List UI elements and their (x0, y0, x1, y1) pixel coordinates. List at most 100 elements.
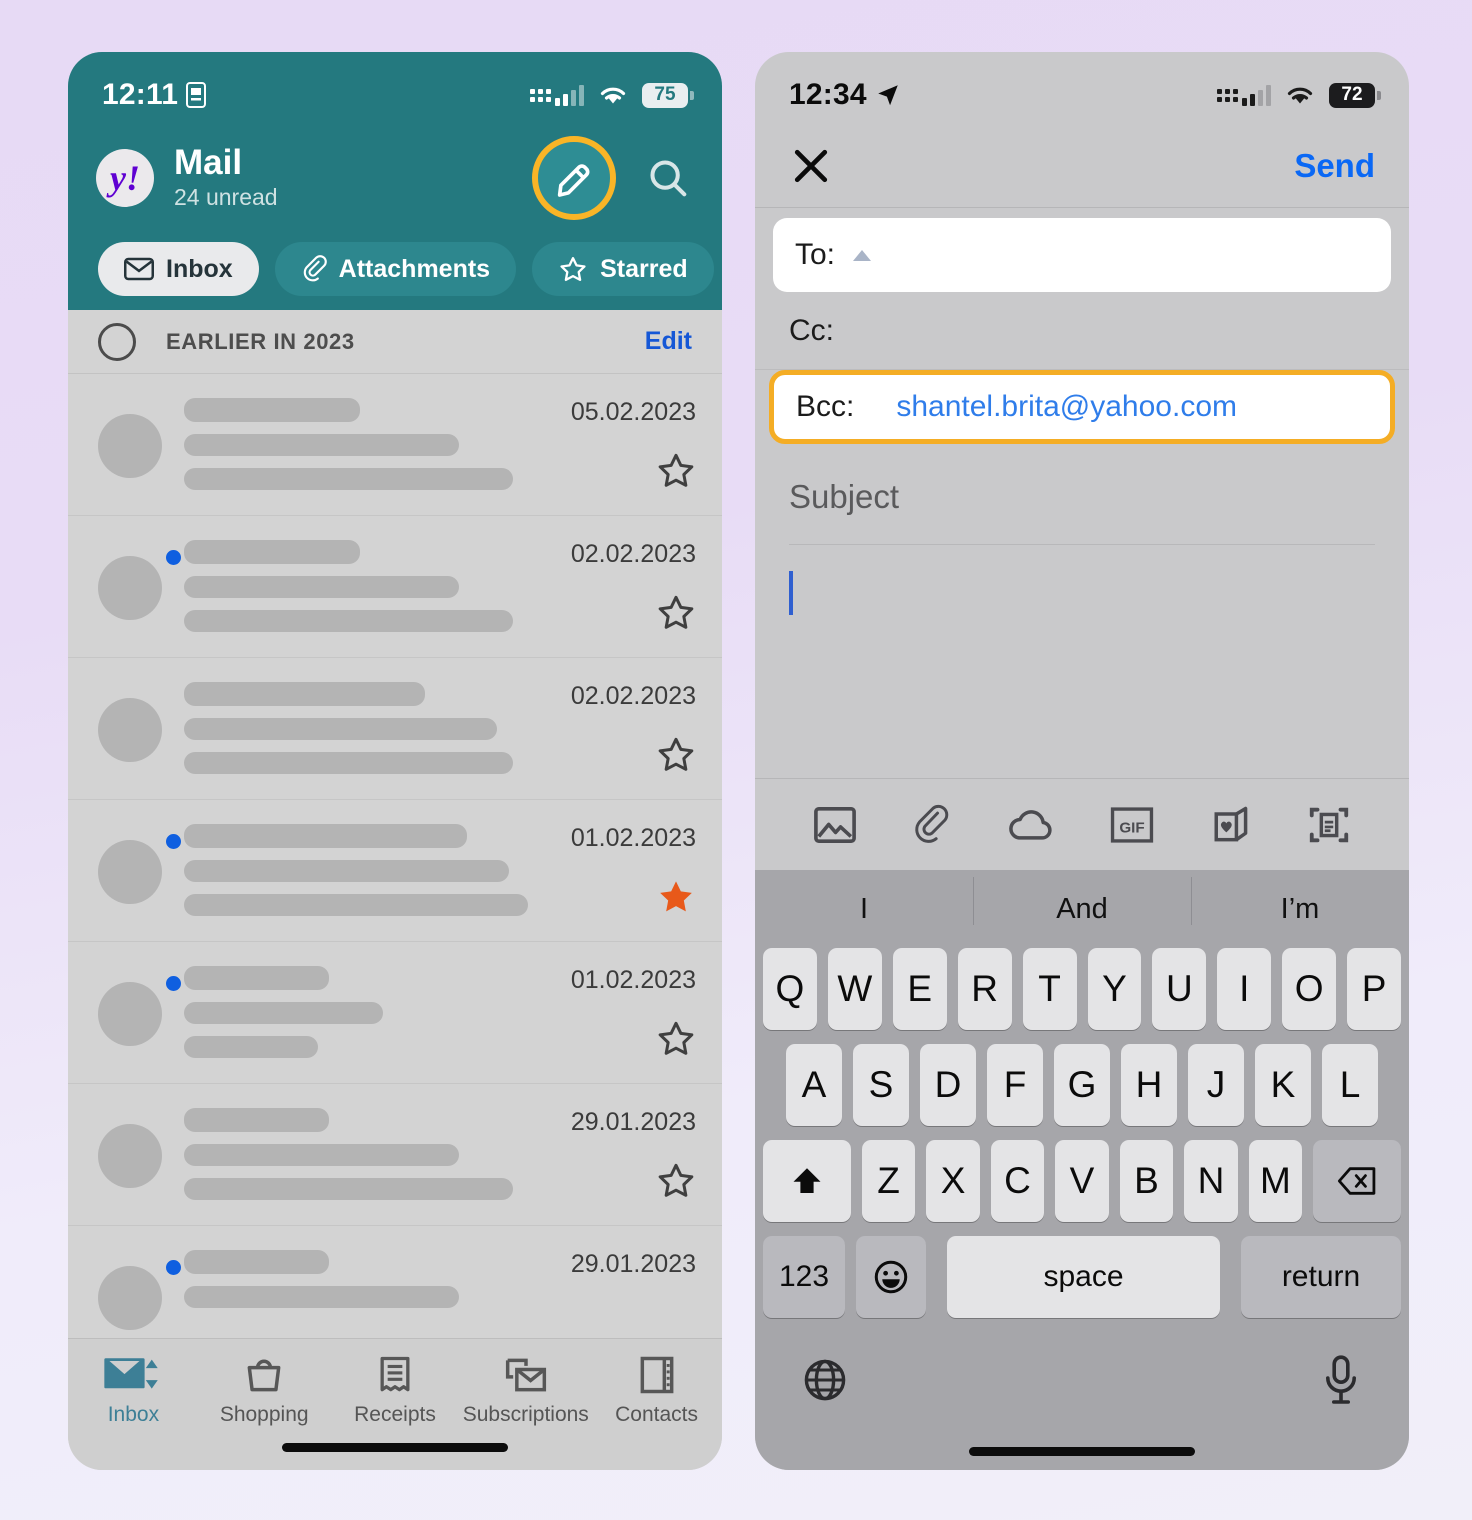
table-row[interactable]: 05.02.2023 (68, 374, 722, 516)
key-q[interactable]: Q (762, 948, 817, 1030)
inbox-envelope-icon (104, 1358, 159, 1389)
cellular-signal-icon (530, 84, 584, 106)
gif-icon[interactable]: GIF (1109, 804, 1155, 846)
bcc-field-value: shantel.brita@yahoo.com (896, 390, 1237, 423)
edit-button[interactable]: Edit (645, 327, 692, 356)
return-key[interactable]: return (1241, 1236, 1401, 1318)
key-d[interactable]: D (920, 1044, 976, 1126)
key-w[interactable]: W (827, 948, 882, 1030)
attachment-toolbar: GIF (755, 778, 1409, 870)
key-j[interactable]: J (1188, 1044, 1244, 1126)
key-c[interactable]: C (990, 1140, 1045, 1222)
table-row[interactable]: 01.02.2023 (68, 942, 722, 1084)
star-filled-icon[interactable] (656, 877, 696, 917)
star-outline-icon[interactable] (656, 1161, 696, 1201)
cc-field[interactable]: Cc: (755, 292, 1409, 370)
row-content-skeleton (162, 824, 566, 928)
subject-field[interactable]: Subject (755, 444, 1409, 545)
close-x-icon[interactable] (789, 144, 833, 188)
photo-image-icon[interactable] (812, 804, 858, 846)
key-t[interactable]: T (1022, 948, 1077, 1030)
filter-pill-attachments[interactable]: Attachments (274, 242, 517, 296)
numbers-key[interactable]: 123 (763, 1236, 845, 1318)
filter-pill-inbox[interactable]: Inbox (98, 242, 259, 296)
key-y[interactable]: Y (1087, 948, 1142, 1030)
greeting-card-heart-icon[interactable] (1208, 803, 1252, 847)
star-outline-icon[interactable] (656, 1019, 696, 1059)
prediction-2[interactable]: And (973, 876, 1191, 926)
select-circle-icon[interactable] (98, 322, 136, 361)
compose-button[interactable] (532, 136, 616, 220)
key-e[interactable]: E (892, 948, 947, 1030)
wifi-icon (1287, 87, 1313, 104)
backspace-key[interactable] (1313, 1140, 1401, 1222)
keyboard-row-1: Q W E R T Y U I O P (755, 948, 1409, 1030)
table-row[interactable]: 01.02.2023 (68, 800, 722, 942)
sidebar-item-contacts[interactable]: Contacts (597, 1353, 717, 1427)
key-p[interactable]: P (1347, 948, 1402, 1030)
sidebar-item-receipts[interactable]: Receipts (335, 1353, 455, 1427)
paperclip-icon (303, 255, 327, 282)
send-button[interactable]: Send (1294, 147, 1375, 185)
sidebar-item-shopping[interactable]: Shopping (204, 1353, 324, 1427)
email-body-field[interactable] (755, 545, 1409, 778)
key-i[interactable]: I (1217, 948, 1272, 1030)
space-key[interactable]: space (947, 1236, 1220, 1318)
sidebar-item-inbox[interactable]: Inbox (73, 1353, 193, 1427)
table-row[interactable]: 02.02.2023 (68, 516, 722, 658)
avatar (98, 840, 162, 904)
home-indicator (282, 1443, 508, 1452)
table-row[interactable]: 29.01.2023 (68, 1226, 722, 1338)
star-outline-icon[interactable] (656, 735, 696, 775)
shift-key[interactable] (763, 1140, 851, 1222)
key-l[interactable]: L (1322, 1044, 1378, 1126)
filter-pill-starred-label: Starred (600, 254, 688, 283)
key-x[interactable]: X (926, 1140, 980, 1222)
filter-pill-starred[interactable]: Starred (532, 242, 714, 296)
key-z[interactable]: Z (861, 1140, 916, 1222)
key-u[interactable]: U (1152, 948, 1207, 1030)
emoji-smiley-icon (874, 1260, 908, 1294)
to-field[interactable]: To: (773, 218, 1391, 292)
bcc-field[interactable]: Bcc: shantel.brita@yahoo.com (769, 370, 1395, 444)
microphone-icon[interactable] (1319, 1354, 1363, 1406)
key-o[interactable]: O (1282, 948, 1337, 1030)
search-button[interactable] (642, 152, 694, 204)
bottom-tab-bar: Inbox Shopping Receipts Subscriptions Co… (68, 1338, 722, 1470)
key-h[interactable]: H (1121, 1044, 1177, 1126)
star-outline-icon[interactable] (656, 451, 696, 491)
scan-document-icon[interactable] (1306, 802, 1352, 848)
paperclip-icon[interactable] (911, 803, 953, 847)
key-r[interactable]: R (957, 948, 1012, 1030)
message-list[interactable]: 05.02.2023 02.02.2023 02.02.2023 01.02.2… (68, 374, 722, 1338)
key-g[interactable]: G (1054, 1044, 1110, 1126)
emoji-key[interactable] (856, 1236, 926, 1318)
key-n[interactable]: N (1184, 1140, 1238, 1222)
key-s[interactable]: S (853, 1044, 909, 1126)
envelope-icon (124, 257, 154, 281)
star-outline-icon[interactable] (656, 593, 696, 633)
key-m[interactable]: M (1248, 1140, 1303, 1222)
list-section-header: EARLIER IN 2023 Edit (68, 310, 722, 374)
row-meta: 05.02.2023 (566, 398, 696, 491)
sidebar-item-subscriptions[interactable]: Subscriptions (463, 1353, 589, 1427)
key-b[interactable]: B (1119, 1140, 1174, 1222)
prediction-1[interactable]: I (755, 893, 973, 926)
key-f[interactable]: F (987, 1044, 1043, 1126)
cloud-icon[interactable] (1007, 805, 1055, 845)
globe-icon[interactable] (801, 1356, 849, 1404)
key-k[interactable]: K (1255, 1044, 1311, 1126)
avatar (98, 414, 162, 478)
message-date: 29.01.2023 (570, 1108, 696, 1136)
receipt-icon (380, 1356, 410, 1392)
filter-pill-attachments-label: Attachments (338, 254, 491, 283)
right-status-time-group: 12:34 (789, 78, 901, 112)
key-v[interactable]: V (1055, 1140, 1109, 1222)
row-content-skeleton (162, 398, 566, 502)
prediction-3[interactable]: I’m (1191, 876, 1409, 926)
table-row[interactable]: 29.01.2023 (68, 1084, 722, 1226)
unread-count: 24 unread (174, 183, 278, 210)
triangle-up-icon[interactable] (853, 249, 872, 261)
table-row[interactable]: 02.02.2023 (68, 658, 722, 800)
key-a[interactable]: A (786, 1044, 842, 1126)
